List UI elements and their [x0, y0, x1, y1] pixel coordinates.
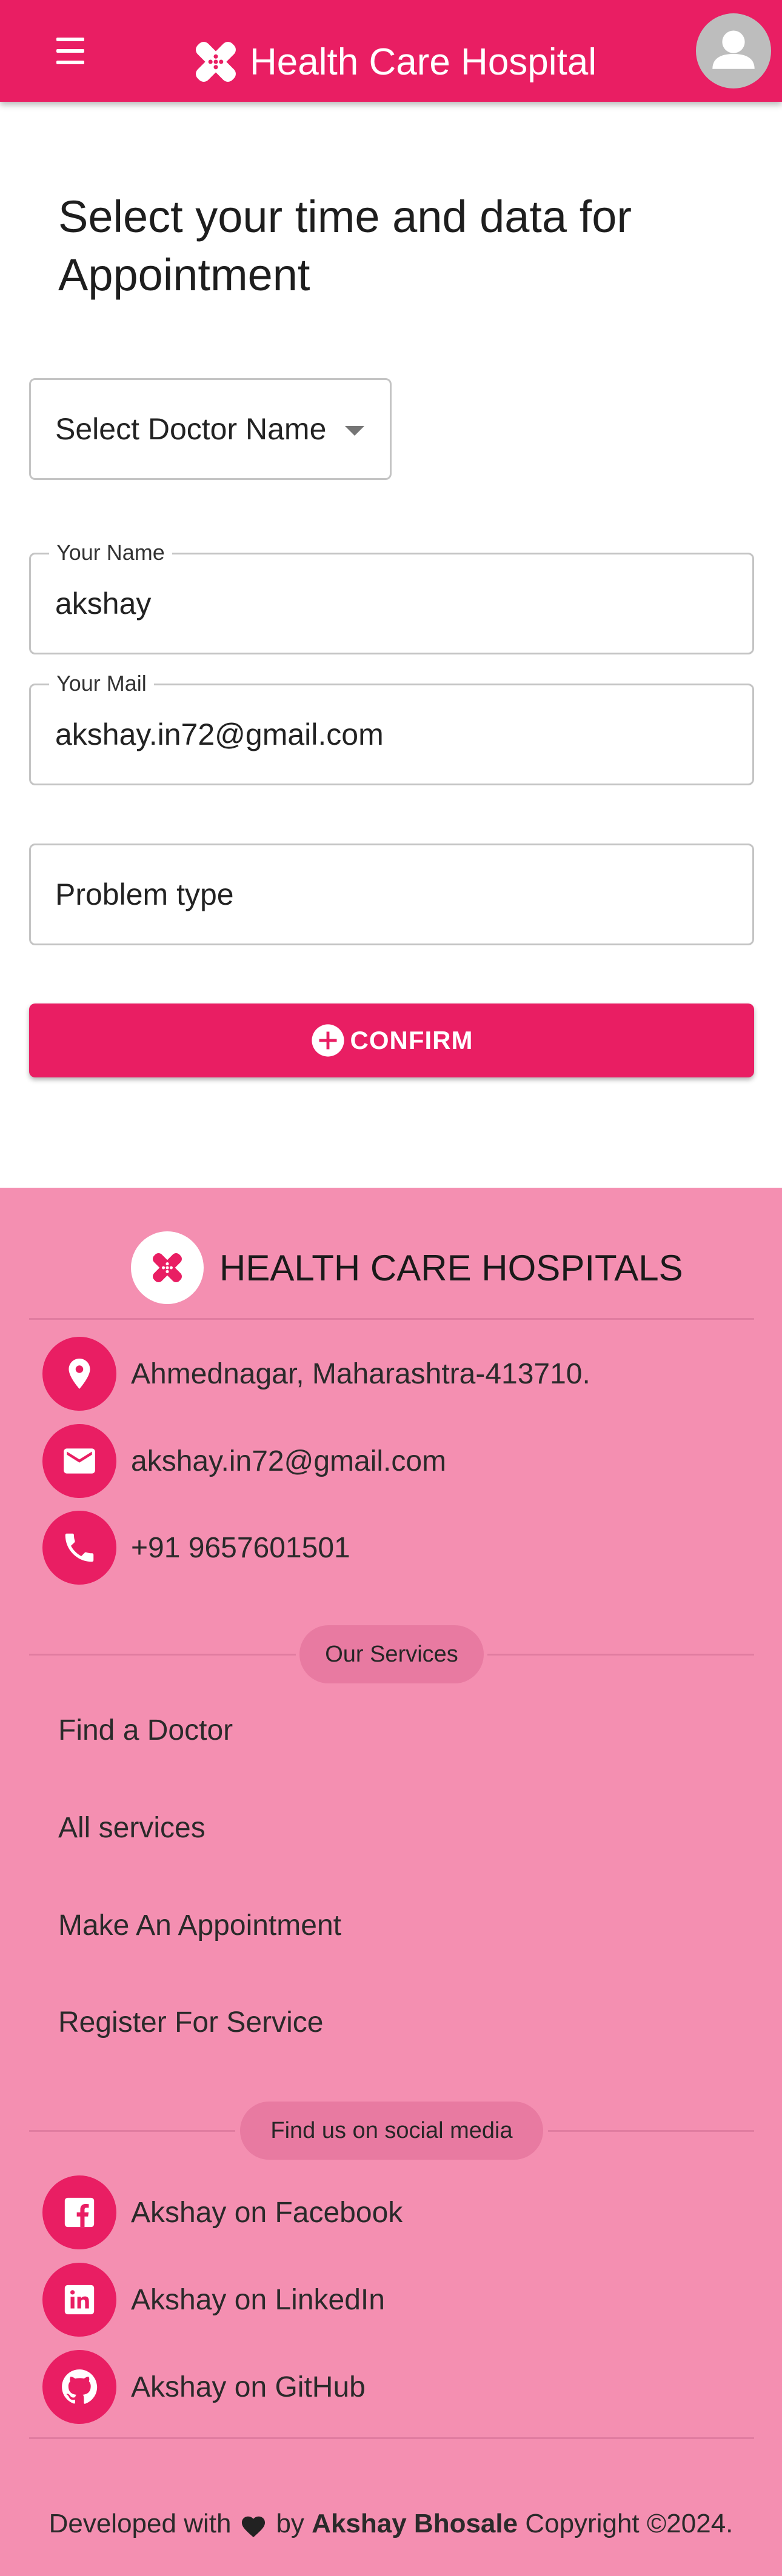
doctor-select-value: Select Doctor Name: [55, 412, 327, 446]
credit-line: Developed with by Akshay Bhosale Copyrigh…: [0, 2509, 782, 2539]
credit-copyright: Copyright ©2024.: [525, 2509, 734, 2538]
brand[interactable]: Health Care Hospital: [189, 34, 597, 90]
social-facebook-text: Akshay on Facebook: [131, 2196, 403, 2229]
credit-prefix: Developed with: [48, 2509, 232, 2538]
contact-email-text: akshay.in72@gmail.com: [131, 1445, 447, 1477]
service-link[interactable]: Make An Appointment: [58, 1909, 341, 1942]
github-icon: [42, 2350, 116, 2424]
footer-brand: HEALTH CARE HOSPITALS: [131, 1231, 683, 1304]
linkedin-icon: [42, 2263, 116, 2337]
mail-field-value: akshay.in72@gmail.com: [55, 717, 384, 751]
brand-title: Health Care Hospital: [250, 41, 597, 83]
service-link[interactable]: All services: [58, 1811, 206, 1845]
social-facebook[interactable]: Akshay on Facebook: [42, 2175, 403, 2249]
divider: [548, 2130, 754, 2132]
footer-brand-title: HEALTH CARE HOSPITALS: [219, 1247, 683, 1288]
page-title: Select your time and data for Appointmen…: [58, 191, 632, 300]
problem-type-field[interactable]: Problem type: [29, 844, 754, 945]
social-heading-row: Find us on social media: [29, 2102, 754, 2160]
service-link[interactable]: Find a Doctor: [58, 1714, 233, 1747]
services-heading-row: Our Services: [29, 1625, 754, 1683]
contact-email[interactable]: akshay.in72@gmail.com: [42, 1424, 446, 1498]
contact-phone-text: +91 9657601501: [131, 1531, 350, 1564]
mail-field-label: Your Mail: [49, 671, 154, 696]
app-bar: Health Care Hospital: [0, 0, 782, 102]
footer: HEALTH CARE HOSPITALS Ahmednagar, Mahara…: [0, 1188, 782, 2576]
name-field[interactable]: Your Name akshay: [29, 540, 754, 654]
contact-address: Ahmednagar, Maharashtra-413710.: [42, 1337, 590, 1411]
divider: [29, 2130, 235, 2132]
add-circle-icon: [311, 1024, 344, 1057]
social-github-text: Akshay on GitHub: [131, 2371, 366, 2403]
confirm-button[interactable]: CONFIRM: [29, 1003, 754, 1077]
menu-icon[interactable]: [52, 34, 89, 68]
phone-icon: [42, 1511, 116, 1585]
services-heading: Our Services: [299, 1625, 484, 1683]
social-heading: Find us on social media: [240, 2102, 543, 2160]
credit-by: by: [276, 2509, 304, 2538]
problem-type-placeholder: Problem type: [55, 877, 234, 911]
medical-logo-icon: [196, 42, 236, 82]
social-linkedin-text: Akshay on LinkedIn: [131, 2283, 385, 2316]
contact-phone[interactable]: +91 9657601501: [42, 1511, 350, 1585]
facebook-icon: [42, 2175, 116, 2249]
medical-logo-icon: [153, 1253, 182, 1282]
service-link[interactable]: Register For Service: [58, 2006, 323, 2039]
divider: [29, 2437, 754, 2439]
mail-field[interactable]: Your Mail akshay.in72@gmail.com: [29, 671, 754, 785]
social-github[interactable]: Akshay on GitHub: [42, 2350, 366, 2424]
location-pin-icon: [42, 1337, 116, 1411]
account-circle-icon[interactable]: [696, 13, 771, 88]
confirm-label: CONFIRM: [350, 1026, 473, 1054]
doctor-select[interactable]: Select Doctor Name: [29, 378, 392, 480]
contact-address-text: Ahmednagar, Maharashtra-413710.: [131, 1357, 590, 1390]
chevron-down-icon: [345, 426, 364, 436]
credit-author[interactable]: Akshay Bhosale: [312, 2509, 518, 2538]
footer-logo: [131, 1231, 204, 1304]
divider: [29, 1654, 296, 1656]
mail-icon: [42, 1424, 116, 1498]
divider: [487, 1654, 754, 1656]
name-field-label: Your Name: [49, 540, 172, 565]
divider: [29, 1318, 754, 1320]
social-linkedin[interactable]: Akshay on LinkedIn: [42, 2263, 385, 2337]
heart-icon: [242, 2517, 266, 2538]
name-field-value: akshay: [55, 587, 152, 621]
